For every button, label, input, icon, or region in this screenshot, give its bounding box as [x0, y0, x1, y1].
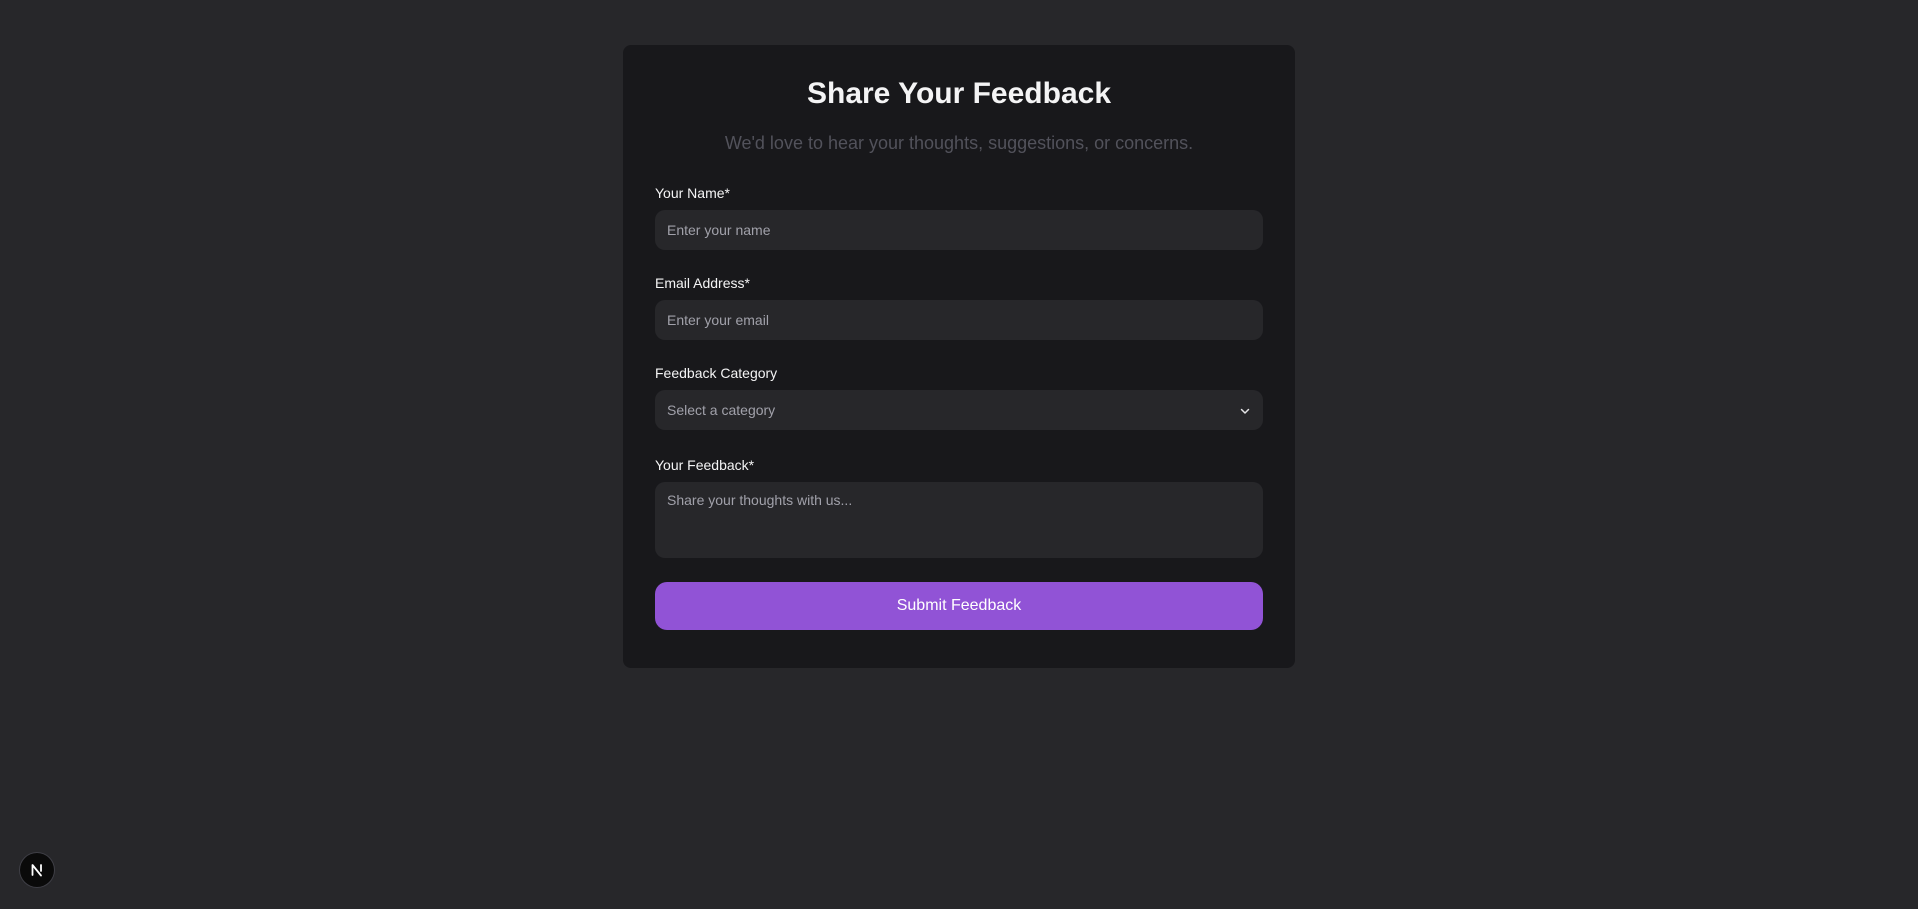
- email-input[interactable]: [655, 300, 1263, 340]
- email-label: Email Address*: [655, 275, 750, 291]
- page-subtitle: We'd love to hear your thoughts, suggest…: [724, 133, 1194, 153]
- category-label: Feedback Category: [655, 365, 778, 381]
- name-field-group: Your Name*: [655, 183, 1263, 250]
- name-input[interactable]: [655, 210, 1263, 250]
- category-selected-value: Select a category: [667, 402, 776, 418]
- nextjs-logo-icon[interactable]: [20, 853, 54, 887]
- chevron-down-icon: [1239, 404, 1251, 416]
- feedback-textarea[interactable]: [655, 482, 1263, 558]
- submit-feedback-button[interactable]: Submit Feedback: [655, 582, 1263, 630]
- category-field-group: Feedback Category Select a category: [655, 363, 1263, 430]
- feedback-field-group: Your Feedback*: [655, 455, 1263, 558]
- feedback-label: Your Feedback*: [655, 457, 755, 473]
- email-field-group: Email Address*: [655, 273, 1263, 340]
- category-select[interactable]: Select a category: [655, 390, 1263, 430]
- name-label: Your Name*: [655, 185, 730, 201]
- page-title: Share Your Feedback: [806, 77, 1111, 110]
- feedback-card: Share Your Feedback We'd love to hear yo…: [623, 45, 1295, 668]
